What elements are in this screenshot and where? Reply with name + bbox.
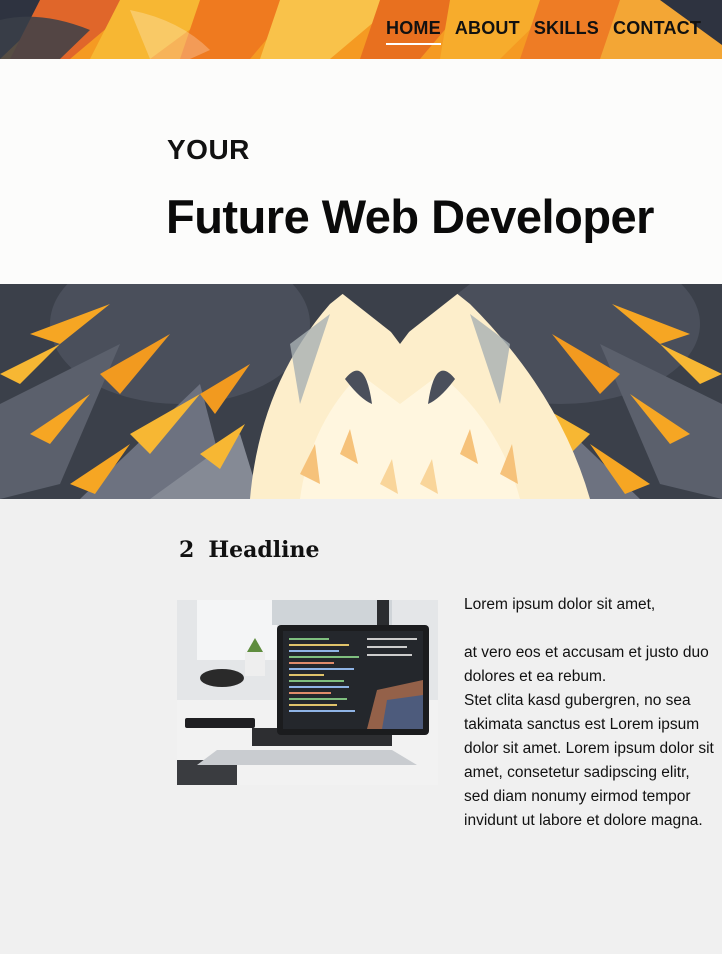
body-paragraph-3: Stet clita kasd gubergren, no sea takima… — [464, 692, 714, 829]
header-bar: HOME ABOUT SKILLS CONTACT — [0, 0, 722, 59]
section-headline: 2 Headline — [179, 537, 319, 563]
body-paragraph-1: Lorem ipsum dolor sit amet, — [464, 596, 656, 613]
nav-link-contact[interactable]: CONTACT — [613, 18, 701, 45]
section-body: Lorem ipsum dolor sit amet, at vero eos … — [464, 593, 719, 833]
body-paragraph-2: at vero eos et accusam et justo duo dolo… — [464, 644, 709, 685]
hero-eyebrow: YOUR — [167, 134, 250, 165]
banner-illustration — [0, 284, 722, 499]
laptop-code-photo — [177, 600, 438, 785]
section-number: 2 — [179, 537, 195, 563]
nav-link-skills[interactable]: SKILLS — [534, 18, 599, 45]
nav-link-about[interactable]: ABOUT — [455, 18, 520, 45]
main-nav: HOME ABOUT SKILLS CONTACT — [386, 18, 715, 45]
hero-title: Future Web Developer — [166, 190, 654, 243]
section-headline-text: Headline — [208, 537, 320, 563]
nav-link-home[interactable]: HOME — [386, 18, 441, 45]
content-section: 2 Headline Lorem ipsum dolor sit amet, a… — [0, 499, 722, 954]
owl-illustration — [0, 284, 722, 499]
laptop-photo — [177, 600, 438, 785]
hero-section: YOUR Future Web Developer — [0, 59, 722, 284]
